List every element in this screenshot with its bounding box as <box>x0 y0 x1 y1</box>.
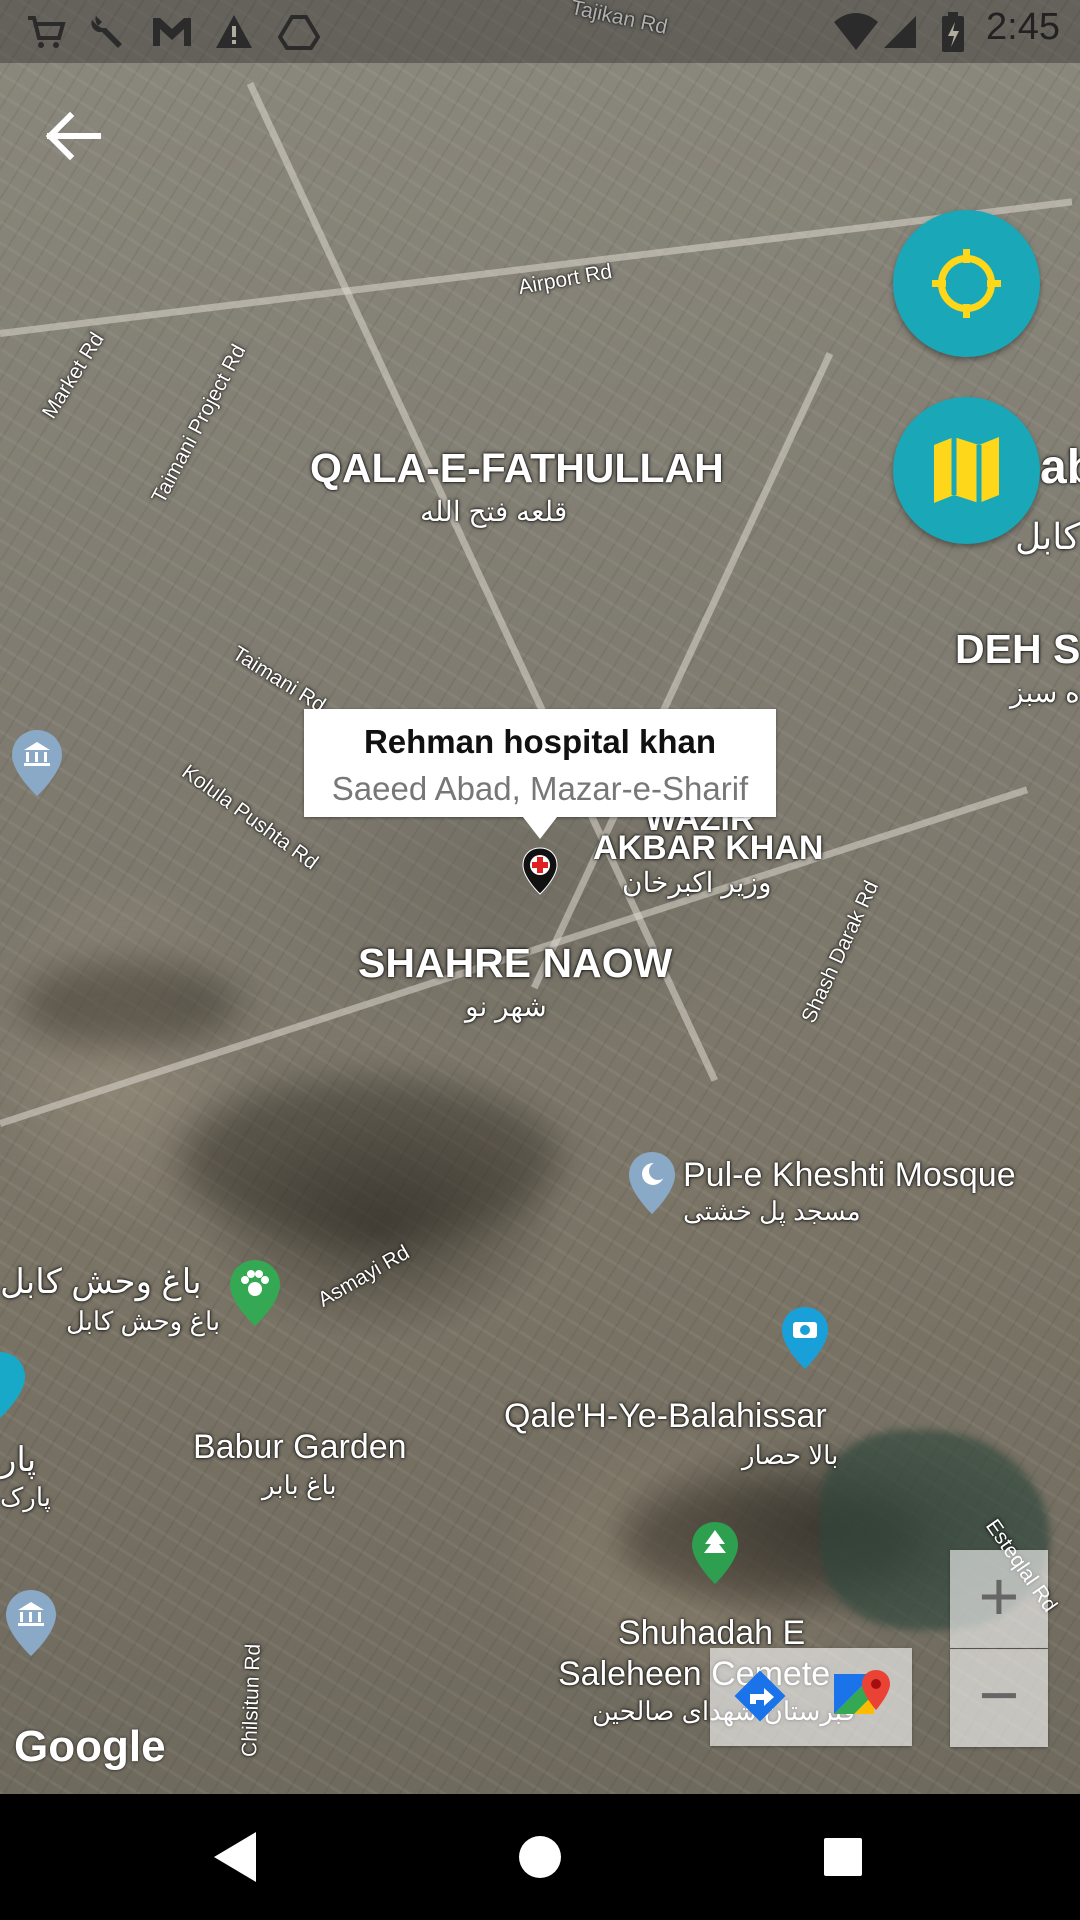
poi-label-local: باغ بابر <box>262 1470 337 1500</box>
zoom-out-label: − <box>978 1656 1020 1734</box>
road-label: Chilsitun Rd <box>238 1643 265 1758</box>
info-window-subtitle: Saeed Abad, Mazar-e-Sharif <box>331 770 749 807</box>
recents-square-icon <box>824 1838 862 1876</box>
area-label-local: شهر نو <box>465 991 547 1022</box>
directions-button[interactable] <box>714 1652 806 1742</box>
road-label: Taimani Project Rd <box>147 340 251 508</box>
area-label: QALA-E-FATHULLAH <box>310 445 724 491</box>
area-label: AKBAR KHAN <box>593 829 824 867</box>
poi-label-local: پارک <box>0 1482 51 1512</box>
zoom-in-button[interactable]: + <box>950 1550 1048 1648</box>
poi-label: Pul-e Kheshti Mosque <box>683 1156 1016 1194</box>
drive-icon <box>277 12 321 52</box>
arrow-left-icon <box>45 111 101 161</box>
mountain-shadow <box>20 960 240 1050</box>
area-label-local: ه سبز <box>1010 677 1080 708</box>
area-label-local: وزیر اکبرخان <box>622 867 772 898</box>
area-label: SHAHRE NAOW <box>358 940 673 986</box>
crosshair-icon <box>932 249 1001 318</box>
area-label: DEH SA <box>955 626 1080 672</box>
poi-label: پار <box>0 1441 37 1479</box>
marker-info-window[interactable]: Rehman hospital khan Saeed Abad, Mazar-e… <box>304 709 776 839</box>
mountain-shadow <box>180 1080 560 1240</box>
poi-label: باغ وحش کابل <box>0 1263 202 1301</box>
poi-label: Babur Garden <box>193 1428 407 1466</box>
status-time: 2:45 <box>986 6 1060 48</box>
road-line <box>246 82 719 1082</box>
area-label-local: کابل <box>1015 516 1080 557</box>
nav-home-button[interactable] <box>505 1824 575 1890</box>
status-bar: 2:45 <box>0 0 1080 63</box>
camera-icon[interactable] <box>780 1305 830 1371</box>
poi-label-local: بالا حصار <box>742 1440 839 1470</box>
poi-icon[interactable] <box>0 1350 30 1420</box>
gmail-icon <box>150 12 191 52</box>
road-label: Asmayi Rd <box>314 1240 414 1312</box>
mosque-icon[interactable] <box>627 1150 677 1216</box>
info-window-title: Rehman hospital khan <box>363 723 717 760</box>
open-google-maps-button[interactable] <box>814 1652 906 1742</box>
museum-icon[interactable] <box>4 1588 58 1658</box>
map-icon <box>934 437 999 503</box>
warning-icon <box>214 12 254 52</box>
zoom-out-button[interactable]: − <box>950 1649 1048 1747</box>
battery-icon <box>940 12 966 52</box>
navigation-bar <box>0 1794 1080 1920</box>
my-location-button[interactable] <box>893 210 1040 357</box>
google-maps-icon <box>834 1670 890 1714</box>
back-triangle-icon <box>214 1832 256 1882</box>
signal-icon <box>882 12 922 52</box>
wrench-icon <box>88 12 128 52</box>
paw-icon[interactable] <box>228 1258 282 1328</box>
map-view[interactable]: Tajikan Rd Airport Rd Market Rd Taimani … <box>0 0 1080 1794</box>
poi-label-local: مسجد پل خشتی <box>683 1196 861 1226</box>
zoom-in-label: + <box>978 1557 1020 1635</box>
road-label: Kolula Pushta Rd <box>177 760 323 875</box>
wifi-icon <box>832 12 880 52</box>
poi-label-local: باغ وحش کابل <box>66 1306 221 1336</box>
poi-label: Qale'H-Ye-Balahissar <box>504 1397 827 1435</box>
tree-icon[interactable] <box>690 1520 740 1586</box>
cart-icon <box>26 12 66 52</box>
museum-icon[interactable] <box>10 728 64 798</box>
road-label: Market Rd <box>37 328 109 423</box>
road-label: Taimani Rd <box>228 641 330 717</box>
map-type-button[interactable] <box>893 397 1040 544</box>
map-toolbar <box>710 1648 912 1746</box>
road-label: Shash Darak Rd <box>797 877 884 1027</box>
back-button[interactable] <box>42 108 106 164</box>
directions-icon <box>734 1670 786 1722</box>
google-logo: Google <box>14 1722 166 1771</box>
area-label: ab <box>1040 441 1080 494</box>
hospital-marker-icon[interactable] <box>520 846 560 896</box>
nav-back-button[interactable] <box>198 1824 268 1890</box>
area-label-local: قلعه فتح الله <box>420 496 568 527</box>
home-circle-icon <box>519 1836 561 1878</box>
nav-recents-button[interactable] <box>808 1824 878 1890</box>
